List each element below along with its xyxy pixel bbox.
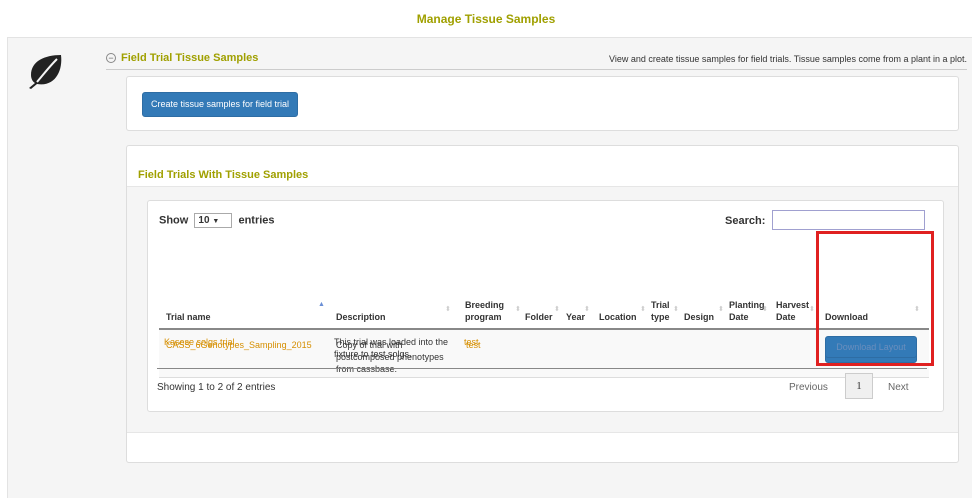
table-bottom-divider — [157, 368, 927, 369]
page-1-button[interactable]: 1 — [845, 373, 873, 399]
create-panel: Create tissue samples for field trial — [126, 76, 959, 131]
trial-name-link[interactable]: Kasese solgs trial — [164, 336, 235, 348]
breeding-program-link[interactable]: test — [464, 336, 479, 348]
section-title[interactable]: Field Trial Tissue Samples — [121, 52, 258, 64]
section-description: View and create tissue samples for field… — [609, 54, 967, 64]
trial-description: This trial was loaded into the fixture t… — [334, 337, 449, 359]
table-lower: Kasese solgs trial This trial was loaded… — [146, 199, 943, 411]
leaf-icon — [29, 55, 62, 89]
collapse-icon[interactable]: − — [106, 53, 116, 63]
create-tissue-samples-button[interactable]: Create tissue samples for field trial — [142, 92, 299, 117]
showing-entries: Showing 1 to 2 of 2 entries — [157, 382, 276, 393]
highlight-box — [816, 231, 934, 366]
trials-panel-title: Field Trials With Tissue Samples — [138, 169, 309, 181]
next-button[interactable]: Next — [888, 382, 909, 393]
previous-button[interactable]: Previous — [789, 382, 828, 393]
page-title: Manage Tissue Samples — [416, 12, 556, 26]
section-header[interactable]: − Field Trial Tissue Samples View and cr… — [106, 52, 967, 70]
